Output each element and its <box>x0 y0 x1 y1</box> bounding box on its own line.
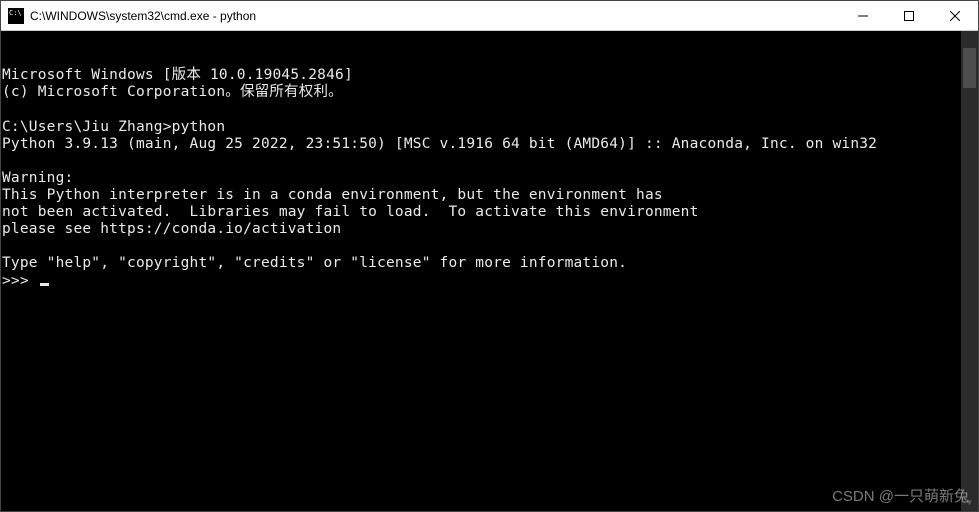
window-controls <box>840 1 978 30</box>
window-title: C:\WINDOWS\system32\cmd.exe - python <box>30 9 840 23</box>
terminal-line: C:\Users\Jiu Zhang>python <box>2 119 978 136</box>
cmd-window: C:\WINDOWS\system32\cmd.exe - python Mic… <box>0 0 979 512</box>
terminal-line: not been activated. Libraries may fail t… <box>2 204 978 221</box>
cmd-icon <box>8 8 24 24</box>
maximize-button[interactable] <box>886 1 932 30</box>
terminal-line: Python 3.9.13 (main, Aug 25 2022, 23:51:… <box>2 136 978 153</box>
terminal-line <box>2 153 978 170</box>
scroll-thumb[interactable] <box>963 48 976 88</box>
terminal-line: (c) Microsoft Corporation。保留所有权利。 <box>2 84 978 101</box>
scrollbar[interactable]: ▲ ▼ <box>961 31 978 511</box>
terminal-line <box>2 101 978 118</box>
terminal-line: This Python interpreter is in a conda en… <box>2 187 978 204</box>
terminal-area[interactable]: Microsoft Windows [版本 10.0.19045.2846](c… <box>1 31 978 511</box>
scroll-down-arrow[interactable]: ▼ <box>961 494 978 511</box>
terminal-line: Microsoft Windows [版本 10.0.19045.2846] <box>2 67 978 84</box>
terminal-line: Type "help", "copyright", "credits" or "… <box>2 255 978 272</box>
close-button[interactable] <box>932 1 978 30</box>
titlebar[interactable]: C:\WINDOWS\system32\cmd.exe - python <box>1 1 978 31</box>
cursor <box>40 283 49 286</box>
minimize-button[interactable] <box>840 1 886 30</box>
terminal-line: please see https://conda.io/activation <box>2 221 978 238</box>
terminal-line <box>2 238 978 255</box>
terminal-line: Warning: <box>2 170 978 187</box>
python-prompt[interactable]: >>> <box>2 273 978 290</box>
terminal-content: Microsoft Windows [版本 10.0.19045.2846](c… <box>2 67 978 289</box>
